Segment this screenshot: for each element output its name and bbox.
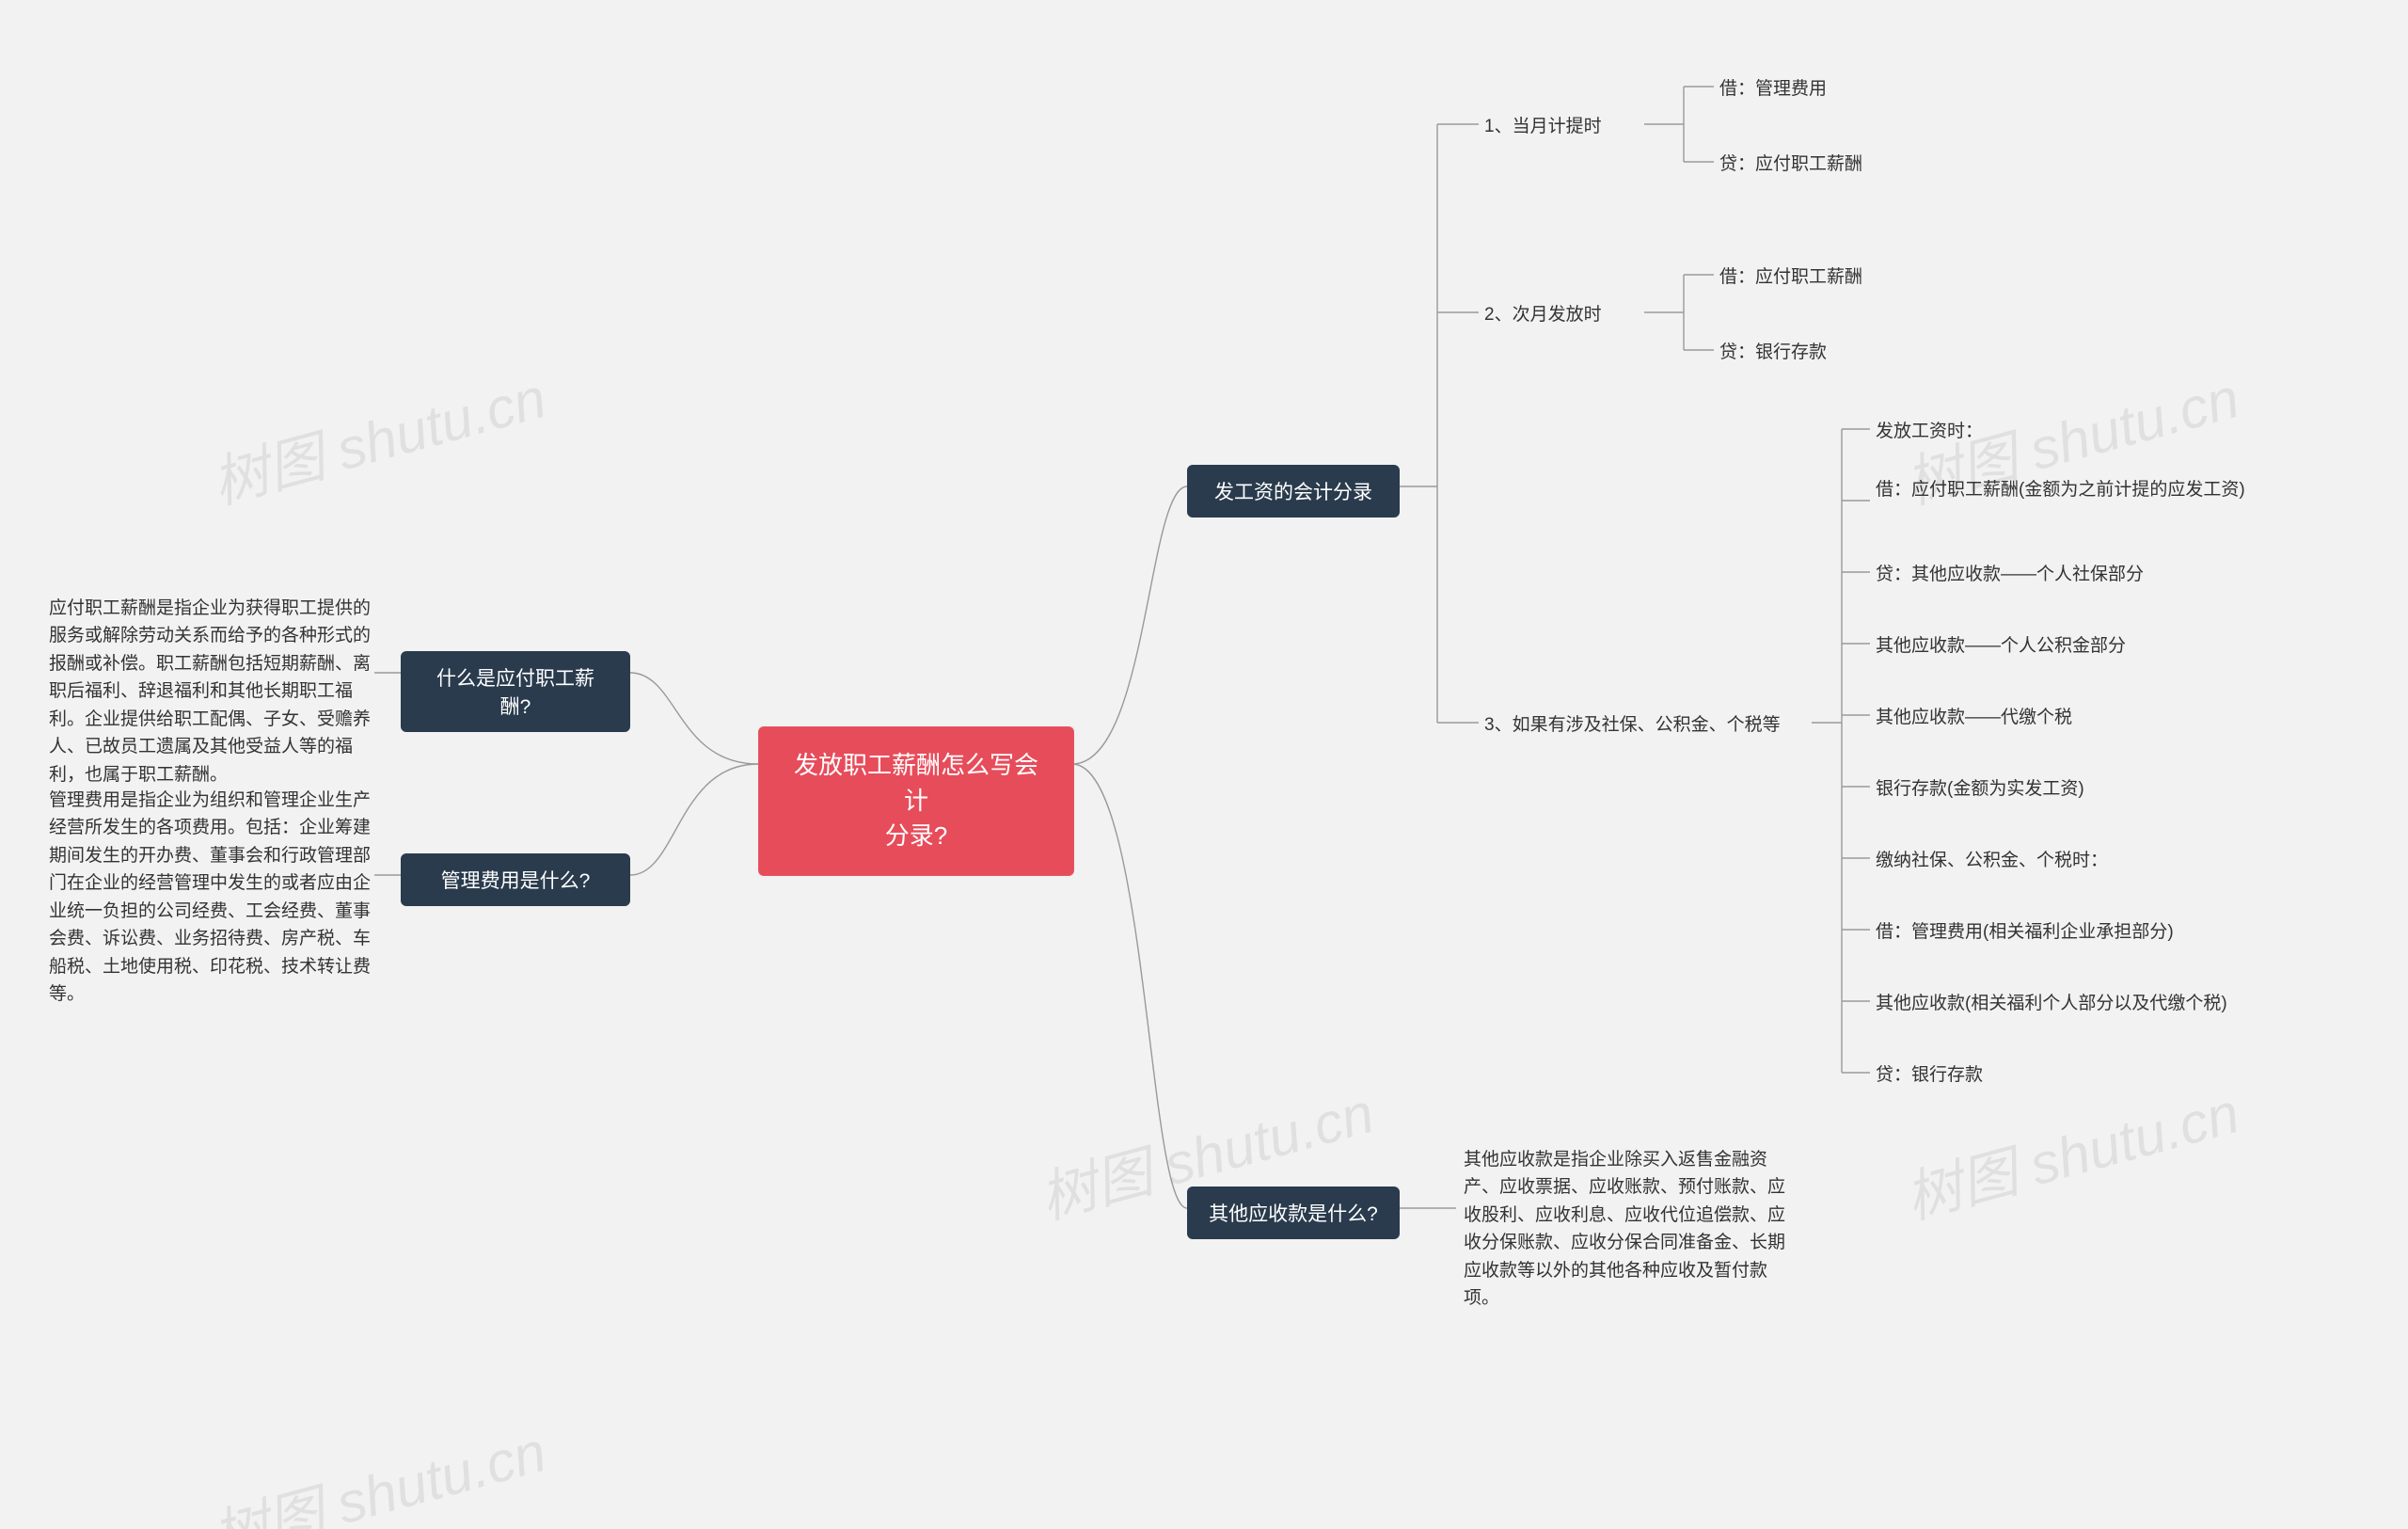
b1-n2-credit: 贷：银行存款: [1719, 339, 2002, 366]
b1-n3-l4: 其他应收款——代缴个税: [1876, 704, 2271, 731]
b1-n3-l0: 发放工资时：: [1876, 418, 2271, 445]
b1-n3-l8: 其他应收款(相关福利个人部分以及代缴个税): [1876, 990, 2271, 1017]
b1-n3-l9: 贷：银行存款: [1876, 1061, 2271, 1089]
b1-n3-l3: 其他应收款——个人公积金部分: [1876, 632, 2271, 660]
watermark: 树图 shutu.cn: [1895, 1067, 2247, 1234]
watermark: 树图 shutu.cn: [202, 352, 554, 519]
b1-n3-l6: 缴纳社保、公积金、个税时：: [1876, 847, 2271, 874]
left-q2-desc: 管理费用是指企业为组织和管理企业生产经营所发生的各项费用。包括：企业筹建期间发生…: [49, 787, 374, 1009]
b1-n3: 3、如果有涉及社保、公积金、个税等: [1484, 711, 1814, 739]
left-q1-desc: 应付职工薪酬是指企业为获得职工提供的服务或解除劳动关系而给予的各种形式的报酬或补…: [49, 595, 374, 788]
right-b2-box[interactable]: 其他应收款是什么?: [1187, 1187, 1400, 1239]
b1-n3-l5: 银行存款(金额为实发工资): [1876, 775, 2271, 803]
left-q2-box[interactable]: 管理费用是什么?: [401, 853, 630, 906]
b1-n2-debit: 借：应付职工薪酬: [1719, 263, 2002, 291]
right-b1-box[interactable]: 发工资的会计分录: [1187, 465, 1400, 518]
b1-n1: 1、当月计提时: [1484, 113, 1644, 140]
b1-n3-l1: 借：应付职工薪酬(金额为之前计提的应发工资): [1876, 476, 2271, 503]
right-b2-desc: 其他应收款是指企业除买入返售金融资产、应收票据、应收账款、预付账款、应收股利、应…: [1464, 1146, 1802, 1313]
watermark: 树图 shutu.cn: [202, 1406, 554, 1529]
b1-n3-l2: 贷：其他应收款——个人社保部分: [1876, 561, 2271, 588]
b1-n1-credit: 贷：应付职工薪酬: [1719, 151, 2002, 178]
b1-n2: 2、次月发放时: [1484, 301, 1644, 328]
root-node[interactable]: 发放职工薪酬怎么写会计 分录?: [758, 726, 1074, 876]
b1-n1-debit: 借：管理费用: [1719, 75, 2002, 103]
left-q1-box[interactable]: 什么是应付职工薪酬?: [401, 651, 630, 732]
mindmap-stage: { "watermark": "树图 shutu.cn", "root": { …: [0, 0, 2408, 1529]
b1-n3-l7: 借：管理费用(相关福利企业承担部分): [1876, 918, 2271, 946]
